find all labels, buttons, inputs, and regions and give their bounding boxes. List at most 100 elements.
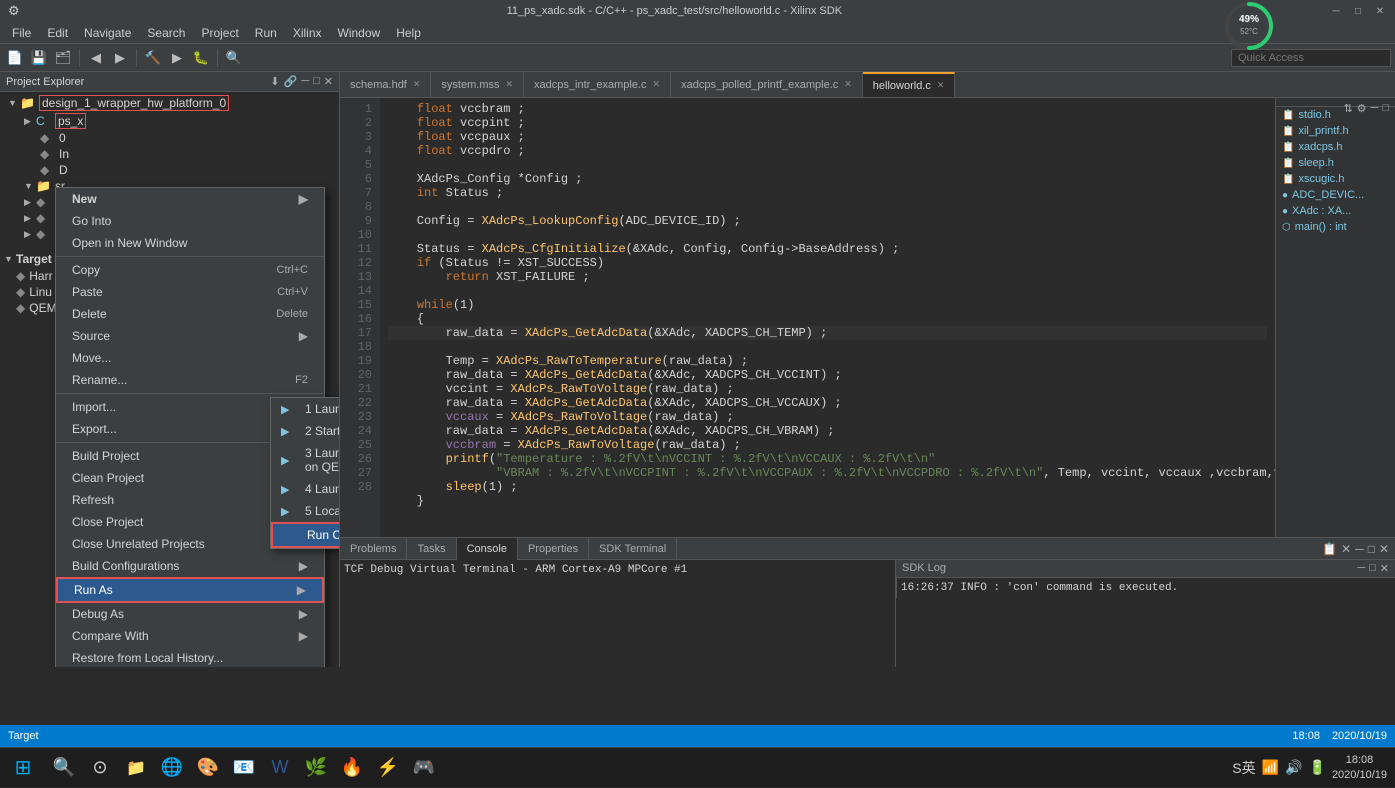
cm-new[interactable]: New ▶: [56, 188, 324, 210]
cm-delete[interactable]: Delete Delete: [56, 303, 324, 325]
menu-edit[interactable]: Edit: [39, 24, 76, 42]
tab-xadcps-intr[interactable]: xadcps_intr_example.c ✕: [524, 72, 671, 98]
cm-run-as[interactable]: Run As ▶: [56, 577, 324, 603]
tb-build[interactable]: 🔨: [142, 47, 164, 69]
taskbar-search[interactable]: 🔍: [46, 750, 82, 786]
cm-open-window[interactable]: Open in New Window: [56, 232, 324, 254]
console-close[interactable]: ✕: [1379, 542, 1389, 556]
menu-file[interactable]: File: [4, 24, 39, 42]
cm-rename[interactable]: Rename... F2: [56, 369, 324, 391]
tree-item-ps-x2[interactable]: ◆ 0: [0, 130, 339, 146]
console-clear[interactable]: ✕: [1341, 542, 1351, 556]
tb-search[interactable]: 🔍: [223, 47, 245, 69]
tray-volume[interactable]: 🔊: [1285, 759, 1302, 776]
tab-tasks[interactable]: Tasks: [407, 538, 456, 560]
tree-item-ps-x1[interactable]: ▶ C ps_x: [0, 112, 339, 130]
tab-problems[interactable]: Problems: [340, 538, 407, 560]
tray-network[interactable]: 📶: [1262, 759, 1279, 776]
outline-main[interactable]: ⬡ main() : int: [1276, 219, 1395, 235]
outline-xil-printf[interactable]: 📋 xil_printf.h: [1276, 123, 1395, 139]
cm-build-configs[interactable]: Build Configurations ▶: [56, 555, 324, 577]
outline-sort[interactable]: ⇅: [1343, 102, 1352, 115]
tb-debug[interactable]: 🐛: [190, 47, 212, 69]
console-toolbar-btn[interactable]: 📋: [1322, 542, 1337, 556]
tb-new[interactable]: 📄: [4, 47, 26, 69]
taskbar-app1[interactable]: 🌿: [298, 750, 334, 786]
taskbar-app4[interactable]: 🎮: [406, 750, 442, 786]
tab-close[interactable]: ✕: [505, 79, 513, 90]
tray-clock[interactable]: 18:08 2020/10/19: [1332, 753, 1387, 782]
tree-item-in[interactable]: ◆ In: [0, 146, 339, 162]
sdk-log-close[interactable]: ✕: [1380, 562, 1389, 575]
cm-go-into[interactable]: Go Into: [56, 210, 324, 232]
maximize-button[interactable]: □: [1351, 4, 1365, 18]
sm-launch-qemu[interactable]: ▶ 3 Launch on Hardware (System Debugger …: [271, 442, 340, 478]
sm-run-configs[interactable]: Run Configurations...: [271, 522, 340, 548]
taskbar-word[interactable]: W: [262, 750, 298, 786]
tab-close[interactable]: ✕: [413, 79, 421, 90]
outline-maximize[interactable]: □: [1382, 102, 1389, 115]
cm-paste[interactable]: Paste Ctrl+V: [56, 281, 324, 303]
console-minimize[interactable]: ─: [1355, 542, 1364, 556]
outline-xadcps[interactable]: 📋 xadcps.h: [1276, 139, 1395, 155]
tree-item-design-wrapper[interactable]: ▼ 📁 design_1_wrapper_hw_platform_0: [0, 94, 339, 112]
tb-run[interactable]: ▶: [166, 47, 188, 69]
tab-helloworld[interactable]: helloworld.c ✕: [863, 72, 956, 98]
taskbar-app3[interactable]: ⚡: [370, 750, 406, 786]
tree-item-d[interactable]: ◆ D: [0, 162, 339, 178]
pe-maximize[interactable]: □: [313, 75, 320, 88]
sdk-log-maximize[interactable]: □: [1369, 562, 1376, 575]
tab-console[interactable]: Console: [457, 538, 518, 560]
outline-gear[interactable]: ⚙: [1357, 102, 1367, 115]
tab-properties[interactable]: Properties: [518, 538, 589, 560]
pe-minimize[interactable]: ─: [301, 75, 309, 88]
pe-collapse[interactable]: ⬇: [270, 75, 279, 88]
tab-close[interactable]: ✕: [653, 79, 661, 90]
tab-sdk-terminal[interactable]: SDK Terminal: [589, 538, 677, 560]
outline-minimize[interactable]: ─: [1371, 102, 1379, 115]
sdk-log-minimize[interactable]: ─: [1357, 562, 1365, 575]
tab-system-mss[interactable]: system.mss ✕: [431, 72, 524, 98]
console-maximize[interactable]: □: [1368, 542, 1375, 556]
menu-navigate[interactable]: Navigate: [76, 24, 139, 42]
pe-close[interactable]: ✕: [324, 75, 333, 88]
outline-xadc[interactable]: ● XAdc : XA...: [1276, 203, 1395, 219]
menu-search[interactable]: Search: [139, 24, 193, 42]
tray-keyboard[interactable]: S英: [1232, 758, 1255, 778]
outline-sleep[interactable]: 📋 sleep.h: [1276, 155, 1395, 171]
tb-save[interactable]: 💾: [28, 47, 50, 69]
taskbar-explorer[interactable]: 📁: [118, 750, 154, 786]
cm-restore-history[interactable]: Restore from Local History...: [56, 647, 324, 667]
sm-launch-hw[interactable]: ▶ 1 Launch on Hardware (System Debugger): [271, 398, 340, 420]
menu-run[interactable]: Run: [247, 24, 285, 42]
cm-move[interactable]: Move...: [56, 347, 324, 369]
taskbar-chrome[interactable]: 🌐: [154, 750, 190, 786]
cm-copy[interactable]: Copy Ctrl+C: [56, 259, 324, 281]
start-button[interactable]: ⊞: [0, 748, 46, 788]
minimize-button[interactable]: ─: [1329, 4, 1343, 18]
tab-xadcps-polled[interactable]: xadcps_polled_printf_example.c ✕: [671, 72, 863, 98]
pe-link[interactable]: 🔗: [284, 75, 298, 88]
cm-compare-with[interactable]: Compare With ▶: [56, 625, 324, 647]
taskbar-task-view[interactable]: ⊙: [82, 750, 118, 786]
outline-adc-device[interactable]: ● ADC_DEVIC...: [1276, 187, 1395, 203]
code-content[interactable]: float vccbram ; float vccpint ; float vc…: [380, 98, 1275, 537]
menu-project[interactable]: Project: [193, 24, 246, 42]
tb-next[interactable]: ▶: [109, 47, 131, 69]
sm-start-perf[interactable]: ▶ 2 Start Performance Analysis: [271, 420, 340, 442]
taskbar-paint[interactable]: 🎨: [190, 750, 226, 786]
menu-window[interactable]: Window: [330, 24, 389, 42]
outline-stdio[interactable]: 📋 stdio.h: [1276, 107, 1343, 123]
tab-close[interactable]: ✕: [937, 80, 945, 91]
tab-close[interactable]: ✕: [844, 79, 852, 90]
cm-debug-as[interactable]: Debug As ▶: [56, 603, 324, 625]
tab-schema[interactable]: schema.hdf ✕: [340, 72, 431, 98]
tb-prev[interactable]: ◀: [85, 47, 107, 69]
outline-xscugic[interactable]: 📋 xscugic.h: [1276, 171, 1395, 187]
tb-save-all[interactable]: 🗂: [52, 47, 74, 69]
cm-source[interactable]: Source ▶: [56, 325, 324, 347]
menu-help[interactable]: Help: [388, 24, 429, 42]
sm-local-cpp[interactable]: ▶ 5 Local C/C++ Application: [271, 500, 340, 522]
sm-launch-gdb[interactable]: ▶ 4 Launch on Hardware (GDB): [271, 478, 340, 500]
menu-xilinx[interactable]: Xilinx: [285, 24, 330, 42]
